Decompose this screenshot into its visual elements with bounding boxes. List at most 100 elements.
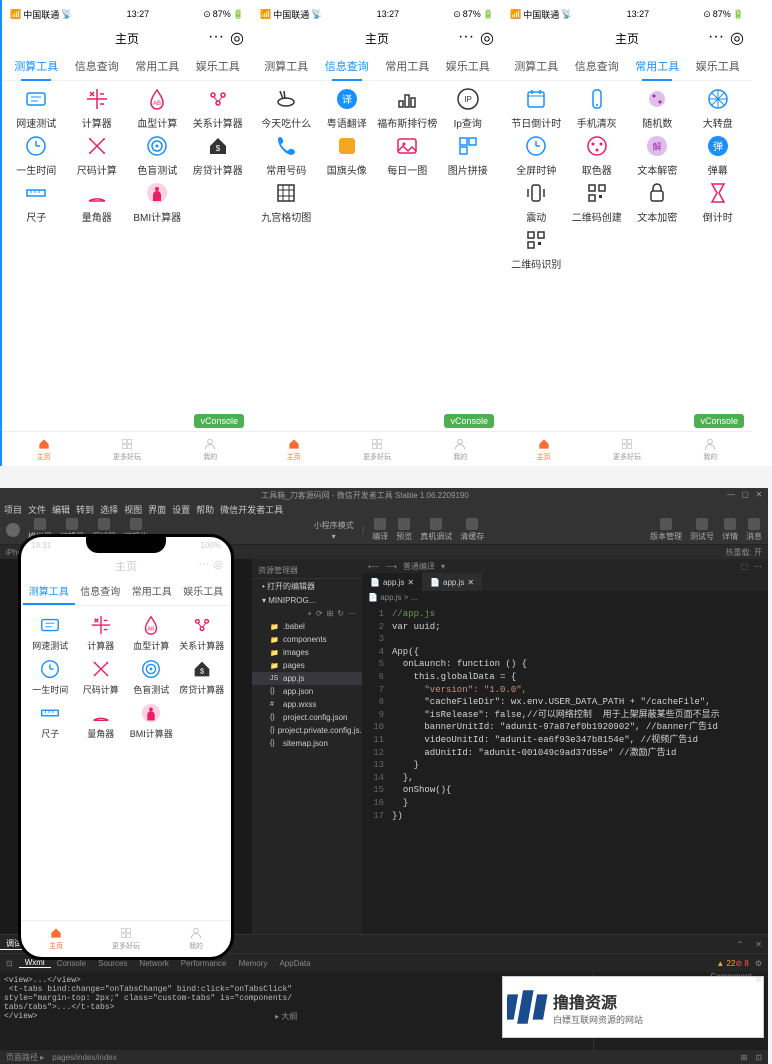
tool-size[interactable]: 尺码计算 — [67, 134, 128, 177]
sim-tool-target[interactable]: 色盲测试 — [126, 658, 177, 696]
tab-2[interactable]: 常用工具 — [377, 52, 438, 80]
nav-1[interactable]: 更多好玩 — [335, 432, 418, 466]
sim-tool-calc[interactable]: 计算器 — [76, 614, 127, 652]
tool-danmu[interactable]: 弹幕 — [688, 134, 749, 177]
file-explorer[interactable]: 资源管理器 • 打开的编辑器 ▾ MINIPROG... +⟳⊞↻⋯ 📁.bab… — [252, 559, 362, 934]
tool-countdown[interactable]: 节日倒计时 — [506, 87, 567, 130]
vconsole-button[interactable]: vConsole — [694, 414, 744, 428]
code-editor[interactable]: 1//app.js2var uuid;34App({5 onLaunch: fu… — [362, 604, 768, 934]
file-.babel[interactable]: 📁.babel — [252, 620, 362, 633]
file-app.wxss[interactable]: #app.wxss — [252, 698, 362, 711]
tool-calc[interactable]: 计算器 — [67, 87, 128, 130]
tool-ip[interactable]: Ip查询 — [438, 87, 499, 130]
nav-0[interactable]: 主页 — [502, 432, 585, 466]
menu-设置[interactable]: 设置 — [172, 503, 190, 516]
menu-微信开发者工具[interactable]: 微信开发者工具 — [220, 503, 283, 516]
tool-phone[interactable]: 常用号码 — [256, 134, 317, 177]
file-sitemap.json[interactable]: {}sitemap.json — [252, 737, 362, 750]
tab-1[interactable]: 信息查询 — [567, 52, 628, 80]
tool-translate[interactable]: 粤语翻译 — [317, 87, 378, 130]
panel-tab-AppData[interactable]: AppData — [273, 959, 316, 968]
tool-vibrate[interactable]: 震动 — [506, 181, 567, 224]
file-components[interactable]: 📁components — [252, 633, 362, 646]
sim-tool-blood[interactable]: 血型计算 — [126, 614, 177, 652]
tool-clock[interactable]: 一生时间 — [6, 134, 67, 177]
nav-2[interactable]: 我的 — [669, 432, 752, 466]
editor-tab-appjs-2[interactable]: 📄 app.js ✕ — [422, 573, 482, 591]
tab-0[interactable]: 测算工具 — [506, 52, 567, 80]
tool-qrscan[interactable]: 二维码识别 — [506, 228, 567, 271]
tab-1[interactable]: 信息查询 — [317, 52, 378, 80]
tab-2[interactable]: 常用工具 — [627, 52, 688, 80]
sim-tool-angle[interactable]: 量角器 — [76, 702, 127, 740]
sim-nav-0[interactable]: 主页 — [21, 921, 91, 957]
menu-帮助[interactable]: 帮助 — [196, 503, 214, 516]
sim-tool-house[interactable]: 房贷计算器 — [177, 658, 228, 696]
tab-2[interactable]: 常用工具 — [127, 52, 188, 80]
file-app.js[interactable]: JSapp.js — [252, 672, 362, 685]
target-icon[interactable]: ◎ — [480, 28, 494, 48]
sim-tool-relation[interactable]: 关系计算器 — [177, 614, 228, 652]
nav-2[interactable]: 我的 — [419, 432, 502, 466]
nav-0[interactable]: 主页 — [2, 432, 85, 466]
tool-house[interactable]: 房贷计算器 — [188, 134, 249, 177]
menu-转到[interactable]: 转到 — [76, 503, 94, 516]
tb-清缓存[interactable]: 清缓存 — [460, 518, 484, 542]
sim-tool-bmi[interactable]: BMI计算器 — [126, 702, 177, 740]
tab-3[interactable]: 娱乐工具 — [688, 52, 749, 80]
tool-target[interactable]: 色盲测试 — [127, 134, 188, 177]
tool-random[interactable]: 随机数 — [627, 87, 688, 130]
panel-tab-Wxml[interactable]: Wxml — [19, 958, 51, 968]
tool-decrypt[interactable]: 文本解密 — [627, 134, 688, 177]
tool-speed[interactable]: 网速测试 — [6, 87, 67, 130]
sim-tab-3[interactable]: 娱乐工具 — [178, 578, 230, 605]
tab-0[interactable]: 测算工具 — [256, 52, 317, 80]
tool-wheel[interactable]: 大转盘 — [688, 87, 749, 130]
nav-1[interactable]: 更多好玩 — [585, 432, 668, 466]
sim-tool-clock[interactable]: 一生时间 — [25, 658, 76, 696]
panel-tab-Network[interactable]: Network — [133, 959, 174, 968]
more-icon[interactable]: ··· — [198, 558, 209, 571]
menu-项目[interactable]: 项目 — [4, 503, 22, 516]
tool-rank[interactable]: 福布斯排行榜 — [377, 87, 438, 130]
tb-真机调试[interactable]: 真机调试 — [420, 518, 452, 542]
more-icon[interactable]: ··· — [458, 28, 474, 48]
tool-grid9[interactable]: 九宫格切图 — [256, 181, 317, 224]
tb-预览[interactable]: 预览 — [396, 518, 412, 542]
more-icon[interactable]: ··· — [708, 28, 724, 48]
vconsole-button[interactable]: vConsole — [194, 414, 244, 428]
nav-1[interactable]: 更多好玩 — [85, 432, 168, 466]
tb-编译[interactable]: 编译 — [372, 518, 388, 542]
vconsole-button[interactable]: vConsole — [444, 414, 494, 428]
tool-puzzle[interactable]: 图片拼接 — [438, 134, 499, 177]
tab-3[interactable]: 娱乐工具 — [188, 52, 249, 80]
tool-clean[interactable]: 手机清灰 — [567, 87, 628, 130]
target-icon[interactable]: ◎ — [230, 28, 244, 48]
tab-1[interactable]: 信息查询 — [67, 52, 128, 80]
tb-详情[interactable]: 详情 — [722, 518, 738, 542]
tb-测试号[interactable]: 测试号 — [690, 518, 714, 542]
menu-选择[interactable]: 选择 — [100, 503, 118, 516]
tab-0[interactable]: 测算工具 — [6, 52, 67, 80]
sim-nav-2[interactable]: 我的 — [161, 921, 231, 957]
tool-bmi[interactable]: BMI计算器 — [127, 181, 188, 224]
sim-tab-2[interactable]: 常用工具 — [126, 578, 178, 605]
window-controls[interactable]: —▢✕ — [726, 490, 764, 500]
tool-flag[interactable]: 国旗头像 — [317, 134, 378, 177]
file-project.config.json[interactable]: {}project.config.json — [252, 711, 362, 724]
editor-tab-appjs[interactable]: 📄 app.js ✕ — [362, 573, 422, 591]
sim-nav-1[interactable]: 更多好玩 — [91, 921, 161, 957]
file-app.json[interactable]: {}app.json — [252, 685, 362, 698]
panel-tab-Sources[interactable]: Sources — [92, 959, 133, 968]
close-icon[interactable]: ◎ — [213, 558, 223, 571]
file-images[interactable]: 📁images — [252, 646, 362, 659]
tool-color[interactable]: 取色器 — [567, 134, 628, 177]
tab-3[interactable]: 娱乐工具 — [438, 52, 499, 80]
sim-tab-0[interactable]: 测算工具 — [23, 578, 75, 605]
tool-qrcreate[interactable]: 二维码创建 — [567, 181, 628, 224]
panel-tab-Memory[interactable]: Memory — [233, 959, 274, 968]
open-editors-section[interactable]: • 打开的编辑器 — [252, 579, 362, 594]
menu-文件[interactable]: 文件 — [28, 503, 46, 516]
panel-tab-Performance[interactable]: Performance — [175, 959, 233, 968]
nav-2[interactable]: 我的 — [169, 432, 252, 466]
